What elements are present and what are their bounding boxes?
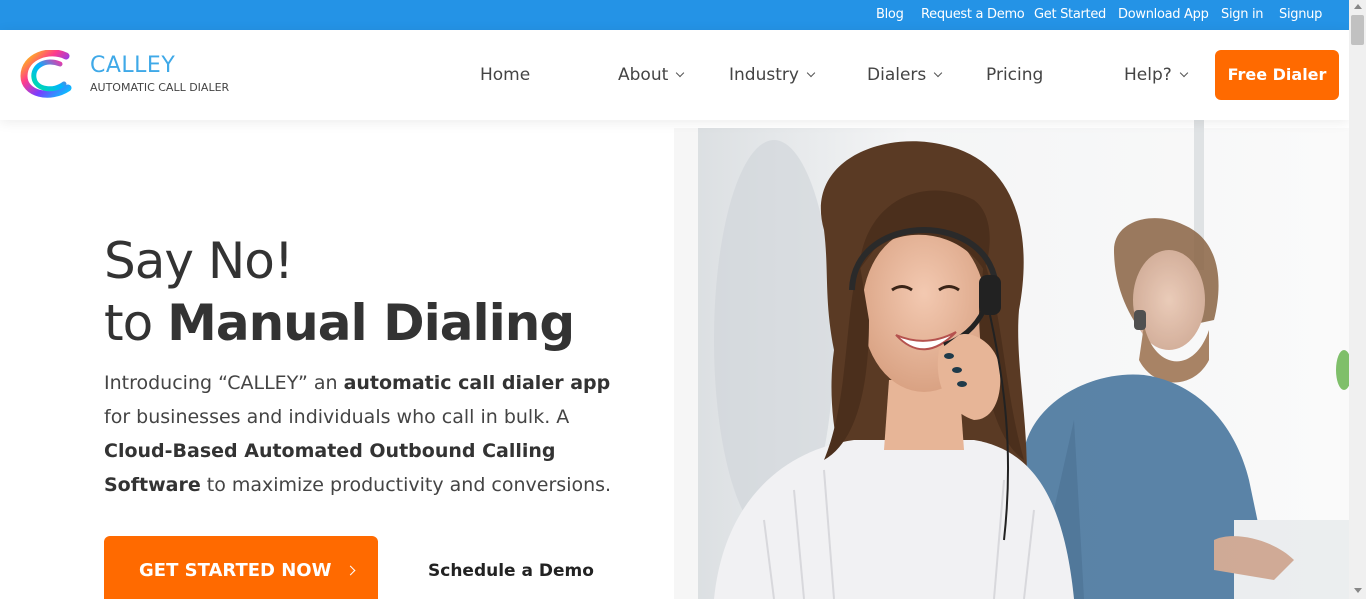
nav-label: Industry (729, 65, 799, 85)
hero-intro-text: Introducing “CALLEY” an automatic call d… (104, 366, 624, 502)
brand-name[interactable]: CALLEY (90, 53, 175, 78)
hero-headline-bold: Manual Dialing (167, 294, 575, 352)
topbar-link-get-started[interactable]: Get Started (1034, 0, 1106, 30)
topbar-link-request-demo[interactable]: Request a Demo (921, 0, 1025, 30)
vertical-scrollbar[interactable] (1349, 0, 1366, 599)
top-utility-bar: Blog Request a Demo Get Started Download… (0, 0, 1366, 30)
chevron-down-icon (934, 68, 943, 78)
chevron-down-icon (806, 68, 816, 78)
intro-part: to maximize productivity and conversions… (200, 474, 612, 496)
topbar-link-blog[interactable]: Blog (876, 0, 904, 30)
intro-part: Introducing “CALLEY” an (104, 372, 344, 394)
nav-item-pricing[interactable]: Pricing (986, 30, 1043, 120)
hero-headline-line2: to Manual Dialing (104, 290, 575, 356)
intro-part: for businesses and individuals who call … (104, 406, 570, 428)
scroll-down-arrow-icon[interactable] (1354, 588, 1362, 593)
hero-section (0, 120, 674, 599)
brand-tagline: AUTOMATIC CALL DIALER (90, 81, 230, 94)
hero-image (674, 120, 1349, 599)
chevron-down-icon (676, 68, 685, 78)
topbar-link-signup[interactable]: Signup (1279, 0, 1322, 30)
main-header: CALLEY AUTOMATIC CALL DIALER Home About … (0, 30, 1349, 120)
cta-label: GET STARTED NOW (139, 560, 332, 581)
scrollbar-thumb[interactable] (1351, 15, 1364, 45)
calley-logo-icon[interactable] (20, 50, 72, 100)
chevron-down-icon (1179, 68, 1189, 78)
schedule-demo-link[interactable]: Schedule a Demo (428, 556, 594, 586)
nav-item-help[interactable]: Help? (1124, 30, 1189, 120)
nav-item-home[interactable]: Home (480, 30, 530, 120)
nav-label: Dialers (867, 65, 927, 85)
hero-headline-prefix: to (104, 294, 168, 352)
topbar-link-sign-in[interactable]: Sign in (1221, 0, 1264, 30)
hero-headline-line1: Say No! (104, 232, 294, 290)
nav-label: Pricing (986, 65, 1044, 85)
nav-item-dialers[interactable]: Dialers (867, 30, 943, 120)
get-started-now-button[interactable]: GET STARTED NOW (104, 536, 378, 599)
nav-label: About (618, 65, 669, 85)
nav-item-industry[interactable]: Industry (729, 30, 816, 120)
topbar-link-download-app[interactable]: Download App (1118, 0, 1209, 30)
scroll-up-arrow-icon[interactable] (1354, 4, 1362, 9)
nav-label: Help? (1124, 65, 1172, 85)
intro-bold: automatic call dialer app (343, 372, 611, 394)
call-center-agents-illustration (674, 120, 1349, 599)
nav-item-about[interactable]: About (618, 30, 685, 120)
free-dialer-button[interactable]: Free Dialer (1215, 50, 1339, 100)
nav-label: Home (480, 65, 531, 85)
chevron-right-icon (346, 565, 356, 576)
